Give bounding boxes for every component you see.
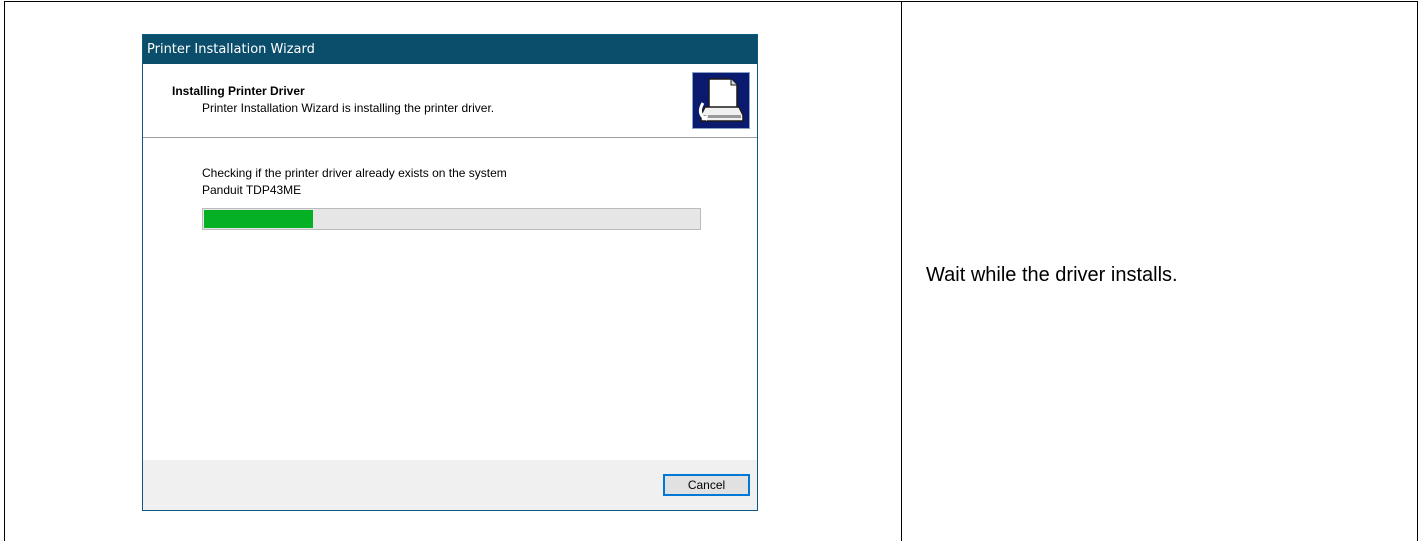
header-subtitle: Printer Installation Wizard is installin…: [202, 101, 495, 115]
button-bar: Cancel: [143, 460, 757, 510]
header-divider: [143, 137, 757, 139]
cancel-button[interactable]: Cancel: [663, 474, 750, 496]
printer-install-icon: [692, 72, 750, 129]
status-text: Checking if the printer driver already e…: [202, 166, 507, 180]
header-title: Installing Printer Driver: [172, 84, 305, 98]
progress-fill: [204, 210, 313, 228]
window-title: Printer Installation Wizard: [143, 35, 757, 64]
table-cell-divider: [901, 2, 902, 541]
printer-name: Panduit TDP43ME: [202, 183, 302, 197]
wizard-window: Printer Installation Wizard Installing P…: [142, 34, 758, 511]
instruction-text: Wait while the driver installs.: [926, 264, 1178, 286]
install-progress-bar: [202, 208, 701, 230]
